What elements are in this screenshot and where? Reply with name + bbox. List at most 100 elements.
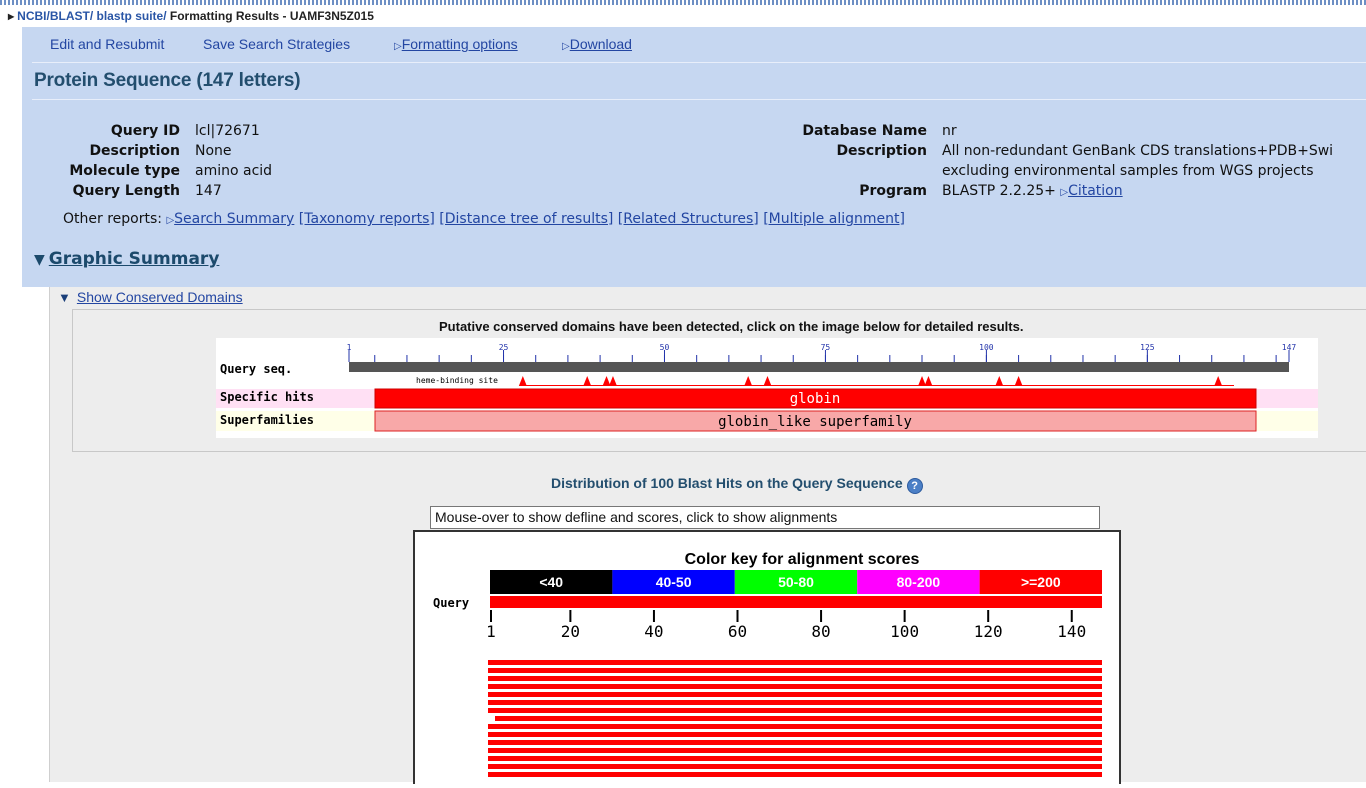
breadcrumb-current: Formatting Results - UAMF3N5Z015 xyxy=(169,9,374,23)
show-conserved-domains-toggle[interactable]: ▼ Show Conserved Domains xyxy=(58,289,243,305)
query-length-label: Query Length xyxy=(72,183,180,199)
axis-tick-label: 100 xyxy=(890,622,919,641)
putative-domains-message: Putative conserved domains have been det… xyxy=(439,319,1024,334)
query-axis: 1 20 40 60 80 100 120 140 xyxy=(486,610,1086,641)
expand-arrow-icon: ▷ xyxy=(562,41,570,52)
expand-arrow-icon: ▷ xyxy=(166,215,175,226)
hit-bar xyxy=(488,724,1102,729)
multiple-alignment-link[interactable]: [Multiple alignment] xyxy=(763,211,905,227)
distance-tree-link[interactable]: [Distance tree of results] xyxy=(439,211,613,227)
page-title: Protein Sequence (147 letters) xyxy=(34,70,301,91)
edit-resubmit-link[interactable]: Edit and Resubmit xyxy=(50,36,164,52)
axis-tick-label: 140 xyxy=(1057,622,1086,641)
related-structures-link[interactable]: [Related Structures] xyxy=(618,211,759,227)
divider xyxy=(32,62,1366,63)
save-strategies-link[interactable]: Save Search Strategies xyxy=(203,36,350,52)
site-marker xyxy=(518,376,527,386)
query-sequence-bar xyxy=(349,362,1289,372)
conserved-domains-svg: 1 25 50 75 100 125 147 Query seq. heme-binding… xyxy=(216,343,1318,432)
hit-bar xyxy=(488,684,1102,689)
breadcrumb-blastp-suite[interactable]: blastp suite/ xyxy=(97,9,167,23)
hit-bar xyxy=(488,708,1102,713)
superfamilies-label: Superfamilies xyxy=(220,413,314,427)
ruler-tick-label: 50 xyxy=(660,343,670,352)
site-marker xyxy=(583,376,592,386)
specific-hits-label: Specific hits xyxy=(220,390,314,404)
color-key-title: Color key for alignment scores xyxy=(685,551,920,568)
download-link[interactable]: ▷Download xyxy=(562,36,632,52)
site-marker xyxy=(995,376,1004,386)
query-id-label: Query ID xyxy=(110,123,180,139)
show-conserved-domains-label: Show Conserved Domains xyxy=(76,289,243,305)
molecule-type-value: amino acid xyxy=(195,163,273,179)
database-description-line1: All non-redundant GenBank CDS translatio… xyxy=(942,143,1334,159)
ruler-ticks: 1 25 50 75 100 125 147 xyxy=(347,343,1296,362)
hit-bar xyxy=(495,716,1102,721)
molecule-type-label: Molecule type xyxy=(69,163,180,179)
help-icon[interactable]: ? xyxy=(906,478,923,494)
blast-hits-image[interactable]: Color key for alignment scores <40 40-50 5… xyxy=(413,530,1121,784)
hit-bar xyxy=(488,772,1102,777)
conserved-domains-image[interactable]: 1 25 50 75 100 125 147 Query seq. heme-binding… xyxy=(216,338,1318,438)
query-bar xyxy=(490,596,1102,608)
site-marker xyxy=(1014,376,1023,386)
site-marker xyxy=(924,376,933,386)
download-label: Download xyxy=(569,36,632,52)
site-marker xyxy=(763,376,772,386)
defline-hover-box: Mouse-over to show defline and scores, c… xyxy=(430,506,1100,529)
program-name: BLASTP 2.2.25+ xyxy=(942,183,1056,199)
database-description-line2: excluding environmental samples from WGS… xyxy=(942,163,1314,179)
color-key-label: 50-80 xyxy=(778,574,814,590)
query-id-value: lcl|72671 xyxy=(195,123,260,139)
hit-bars[interactable] xyxy=(488,660,1102,777)
top-border xyxy=(0,0,1366,5)
color-key-label: 40-50 xyxy=(656,574,692,590)
search-summary-link[interactable]: Search Summary xyxy=(174,211,294,227)
site-marker xyxy=(608,376,617,386)
ruler-tick-label: 100 xyxy=(979,343,994,352)
database-description-label: Description xyxy=(836,143,927,159)
database-name-label: Database Name xyxy=(802,123,927,139)
heme-binding-site-label: heme-binding site xyxy=(416,376,498,385)
formatting-options-link[interactable]: ▷Formatting options xyxy=(394,36,518,52)
breadcrumb-blast[interactable]: BLAST/ xyxy=(50,9,93,23)
collapse-triangle-icon: ▼ xyxy=(34,252,45,268)
hit-bar xyxy=(488,748,1102,753)
citation-arrow-icon: ▷ xyxy=(1060,187,1069,198)
hit-bar xyxy=(488,660,1102,665)
axis-tick-label: 1 xyxy=(486,622,496,641)
divider xyxy=(32,99,1366,100)
distribution-title: Distribution of 100 Blast Hits on the Qu… xyxy=(551,475,923,494)
hit-bar xyxy=(488,676,1102,681)
color-key-label: <40 xyxy=(539,574,563,590)
site-marker xyxy=(1214,376,1223,386)
axis-tick-label: 80 xyxy=(811,622,830,641)
breadcrumb: ▶ NCBI/BLAST/ blastp suite/ Formatting Re… xyxy=(8,9,374,23)
taxonomy-reports-link[interactable]: [Taxonomy reports] xyxy=(299,211,435,227)
site-marker xyxy=(602,376,611,386)
breadcrumb-arrow-icon: ▶ xyxy=(8,12,15,21)
ruler-tick-label: 1 xyxy=(347,343,352,352)
globin-hit-label: globin xyxy=(790,391,841,407)
description-label: Description xyxy=(89,143,180,159)
hit-bar xyxy=(488,668,1102,673)
ruler-tick-label: 125 xyxy=(1140,343,1155,352)
formatting-options-label: Formatting options xyxy=(401,36,518,52)
breadcrumb-ncbi[interactable]: NCBI/ xyxy=(17,9,50,23)
ruler-tick-label: 25 xyxy=(499,343,509,352)
program-value: BLASTP 2.2.25+ ▷Citation xyxy=(942,183,1123,199)
color-key-label: >=200 xyxy=(1021,574,1061,590)
hit-bar xyxy=(488,692,1102,697)
database-name-value: nr xyxy=(942,123,957,139)
site-marker xyxy=(744,376,753,386)
hit-bar xyxy=(488,740,1102,745)
hit-bar xyxy=(488,732,1102,737)
graphic-summary-toggle[interactable]: ▼ Graphic Summary xyxy=(34,249,219,269)
axis-tick-label: 120 xyxy=(974,622,1003,641)
query-label: Query xyxy=(433,596,469,610)
axis-tick-label: 60 xyxy=(728,622,747,641)
other-reports-label: Other reports: xyxy=(63,211,162,227)
query-length-value: 147 xyxy=(195,183,222,199)
color-key: <40 40-50 50-80 80-200 >=200 xyxy=(490,570,1102,594)
citation-link[interactable]: Citation xyxy=(1068,183,1123,199)
